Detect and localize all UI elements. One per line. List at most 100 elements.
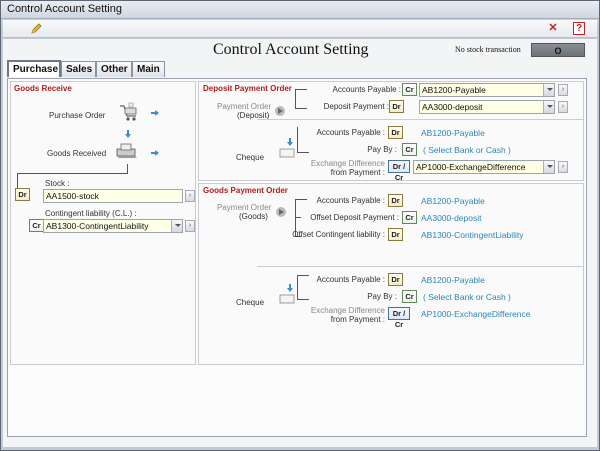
tab-main[interactable]: Main	[132, 61, 165, 77]
dpo-payby-link[interactable]: ( Select Bank or Cash )	[423, 145, 511, 155]
control-account-window: Control Account Setting ✕ ? Control Acco…	[0, 0, 600, 451]
payment-order-icon	[275, 106, 285, 116]
connector-line	[17, 173, 128, 174]
connector-line	[295, 89, 296, 108]
stock-dr-tag: Dr	[15, 188, 30, 201]
dpo-cheque-ap-label: Accounts Payable :	[316, 128, 385, 137]
dpo-deposit-value: AA3000-deposit	[422, 102, 483, 112]
dpo-ap-go-button[interactable]: ›	[558, 84, 568, 96]
dpo-deposit-field[interactable]: AA3000-deposit	[419, 100, 555, 114]
cl-label: Contingent liability (C.L.) :	[45, 209, 137, 218]
goods-receive-section: Goods Receive Purchase Order Goods Recei…	[10, 81, 196, 365]
chevron-down-icon[interactable]	[171, 220, 182, 232]
tab-purchase[interactable]: Purchase	[7, 60, 61, 77]
window-title: Control Account Setting	[7, 3, 122, 15]
tab-other[interactable]: Other	[96, 61, 132, 77]
flow-arrow-icon	[287, 138, 293, 146]
stock-account-value: AA1500-stock	[46, 191, 99, 201]
dpo-payby-cr-tag: Cr	[402, 143, 417, 156]
dpo-deposit-dr-tag: Dr	[389, 100, 404, 113]
dpo-deposit-label: Deposit Payment :	[323, 102, 389, 111]
connector-line	[17, 173, 18, 188]
chevron-down-icon[interactable]	[543, 84, 554, 96]
purchase-order-icon	[120, 102, 137, 121]
connector-line	[127, 164, 128, 173]
dpo-ap-value: AB1200-Payable	[422, 85, 486, 95]
payment-order-label: Payment Order	[217, 102, 272, 111]
divider	[257, 119, 583, 120]
chevron-down-icon[interactable]	[543, 101, 554, 113]
connector-line	[297, 127, 298, 152]
connector-line	[297, 299, 309, 300]
dpo-exdiff-label: Exchange Difference	[310, 159, 385, 168]
gpo-payby-cr-tag: Cr	[402, 290, 417, 303]
cheque-icon	[279, 294, 295, 304]
stock-go-button[interactable]: ›	[185, 190, 195, 202]
goods-payment-order-title: Goods Payment Order	[203, 186, 288, 195]
gpo-exdiff-link[interactable]: AP1000-ExchangeDifference	[421, 309, 530, 319]
deposit-payment-order-section: Deposit Payment Order Payment Order (Dep…	[198, 81, 584, 182]
dpo-exdiff-tag: Dr / Cr	[388, 160, 410, 182]
goods-payment-order-section: Goods Payment Order Payment Order (Goods…	[198, 183, 584, 365]
gpo-cheque-ap-link[interactable]: AB1200-Payable	[421, 275, 485, 285]
dpo-ap-cr-tag: Cr	[402, 83, 417, 96]
flow-arrow-icon	[151, 150, 159, 156]
dpo-exdiff-go-button[interactable]: ›	[558, 161, 568, 173]
goods-receive-title: Goods Receive	[14, 84, 72, 93]
dpo-exdiff-field[interactable]: AP1000-ExchangeDifference	[413, 160, 555, 174]
cheque-label: Cheque	[236, 153, 265, 162]
gpo-ocl-dr-tag: Dr	[388, 228, 403, 241]
gpo-odp-label: Offset Deposit Payment :	[310, 213, 399, 222]
connector-line	[297, 152, 309, 153]
gpo-cheque-label: Cheque	[236, 298, 265, 307]
goods-received-label: Goods Received	[47, 149, 107, 158]
gpo-exdiff-label: Exchange Difference	[310, 306, 385, 315]
gpo-odp-cr-tag: Cr	[402, 211, 417, 224]
gpo-ap-link[interactable]: AB1200-Payable	[421, 196, 485, 206]
dpo-ap-label: Accounts Payable :	[332, 85, 401, 94]
pencil-icon[interactable]	[30, 23, 42, 35]
gpo-payment-order-label: Payment Order	[217, 203, 272, 212]
cl-account-field[interactable]: AB1300-ContingentLiability	[43, 219, 183, 233]
gpo-ocl-link[interactable]: AB1300-ContingentLiability	[421, 230, 524, 240]
dpo-deposit-go-button[interactable]: ›	[558, 101, 568, 113]
chevron-down-icon[interactable]	[543, 161, 554, 173]
flow-arrow-icon	[151, 110, 159, 116]
purchase-panel: Goods Receive Purchase Order Goods Recei…	[7, 78, 587, 437]
tab-sales[interactable]: Sales	[61, 61, 96, 77]
gpo-ap-dr-tag: Dr	[388, 194, 403, 207]
content-area: Control Account Setting No stock transac…	[3, 39, 597, 447]
help-icon[interactable]: ?	[573, 22, 585, 35]
gpo-cheque-ap-label: Accounts Payable :	[316, 275, 385, 284]
no-stock-label: No stock transaction	[455, 45, 521, 54]
gpo-exdiff-label-2: from Payment :	[330, 315, 385, 324]
title-bar: Control Account Setting	[1, 1, 599, 19]
gpo-ap-label: Accounts Payable :	[316, 196, 385, 205]
flow-arrow-icon	[125, 130, 131, 138]
gpo-ocl-label: Offset Contingent liability :	[292, 230, 385, 239]
goods-received-icon	[116, 143, 137, 158]
dpo-cheque-ap-dr-tag: Dr	[388, 126, 403, 139]
cl-go-button[interactable]: ›	[185, 220, 195, 232]
gpo-exdiff-tag: Dr / Cr	[388, 307, 410, 329]
dpo-ap-field[interactable]: AB1200-Payable	[419, 83, 555, 97]
dpo-exdiff-label-2: from Payment :	[330, 168, 385, 177]
gpo-payby-label: Pay By :	[367, 292, 397, 301]
dpo-payby-label: Pay By :	[367, 145, 397, 154]
divider	[257, 266, 583, 267]
dpo-exdiff-value: AP1000-ExchangeDifference	[416, 162, 526, 172]
purchase-order-label: Purchase Order	[49, 111, 106, 120]
gpo-odp-link[interactable]: AA3000-deposit	[421, 213, 482, 223]
close-icon[interactable]: ✕	[547, 23, 559, 35]
flow-arrow-icon	[287, 284, 293, 292]
page-title: Control Account Setting	[213, 41, 369, 58]
deposit-payment-order-title: Deposit Payment Order	[203, 84, 292, 93]
dpo-cheque-ap-link[interactable]: AB1200-Payable	[421, 128, 485, 138]
gpo-payment-order-goods-label: (Goods)	[239, 212, 268, 221]
cl-cr-tag: Cr	[29, 219, 44, 232]
stock-account-field[interactable]: AA1500-stock	[43, 189, 183, 203]
gpo-payby-link[interactable]: ( Select Bank or Cash )	[423, 292, 511, 302]
cheque-icon	[279, 148, 295, 158]
gpo-cheque-ap-dr-tag: Dr	[388, 273, 403, 286]
no-stock-toggle[interactable]: O	[531, 43, 585, 57]
